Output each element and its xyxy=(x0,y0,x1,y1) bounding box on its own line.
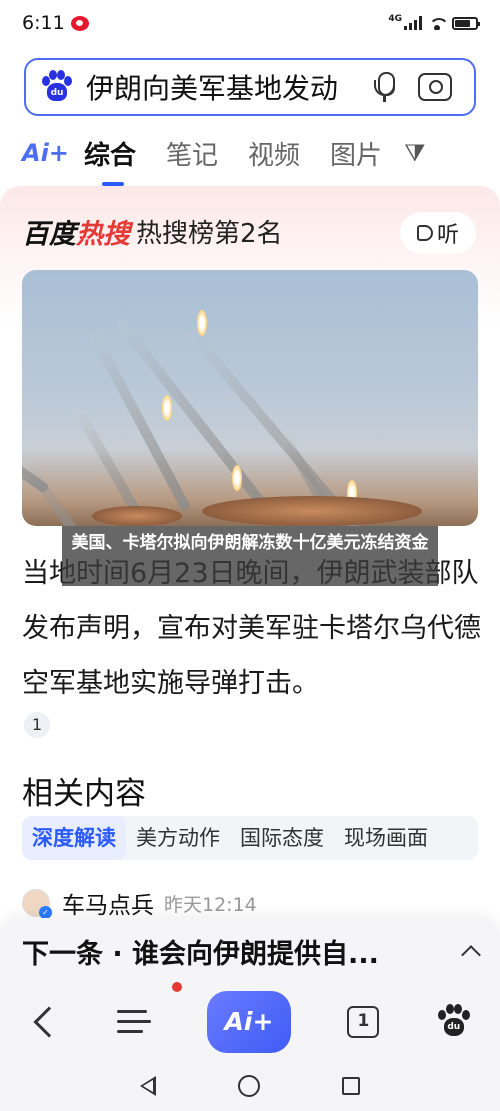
listen-label: 听 xyxy=(436,223,459,248)
battery-icon xyxy=(452,16,480,30)
search-input[interactable]: 伊朗向美军基地发动 xyxy=(86,67,356,107)
notification-dot xyxy=(172,982,182,992)
system-home-icon[interactable] xyxy=(238,1074,260,1097)
related-author[interactable]: ✓ 车马点兵 昨天12:14 xyxy=(22,886,257,920)
next-article-bar[interactable]: 下一条 · 谁会向伊朗提供自... xyxy=(0,918,500,984)
chip-us-actions[interactable]: 美方动作 xyxy=(126,816,230,860)
hot-search-header: 百度热搜 热搜榜第2名 xyxy=(22,212,283,251)
system-back-icon[interactable] xyxy=(140,1075,156,1096)
signal-icon xyxy=(404,16,422,30)
next-article-text: 下一条 · 谁会向伊朗提供自... xyxy=(22,938,379,970)
related-title: 相关内容 xyxy=(22,776,146,812)
ai-assistant-button[interactable]: Ai+ xyxy=(206,991,291,1053)
news-image[interactable] xyxy=(22,270,478,526)
tabs-count-icon[interactable]: 1 xyxy=(347,1006,380,1038)
author-time: 昨天12:14 xyxy=(164,893,257,916)
wifi-icon xyxy=(428,16,446,30)
chevron-up-icon[interactable] xyxy=(461,945,481,965)
status-bar: 6:11 4G xyxy=(0,0,500,46)
hot-rank-label: 热搜榜第2名 xyxy=(136,219,283,249)
camera-icon[interactable] xyxy=(418,73,452,101)
related-chips: 深度解读 美方动作 国际态度 现场画面 xyxy=(22,816,478,860)
bottom-nav: Ai+ 1 du xyxy=(0,984,500,1060)
chip-deep-analysis[interactable]: 深度解读 xyxy=(22,816,126,860)
reference-badge[interactable]: 1 xyxy=(24,712,50,738)
back-icon[interactable] xyxy=(33,1006,65,1038)
search-bar[interactable]: du 伊朗向美军基地发动 xyxy=(24,58,476,116)
status-time: 6:11 xyxy=(22,12,65,34)
tab-comprehensive[interactable]: 综合 xyxy=(84,135,136,186)
chip-international[interactable]: 国际态度 xyxy=(230,816,334,860)
speaker-icon xyxy=(416,225,433,241)
menu-icon[interactable] xyxy=(116,1010,151,1034)
result-tabs: Ai+ 综合 笔记 视频 图片 ⧩ xyxy=(22,128,500,186)
tab-videos[interactable]: 视频 xyxy=(248,135,300,172)
author-name: 车马点兵 xyxy=(62,893,154,919)
baidu-hot-logo: 百度热搜 xyxy=(22,219,130,250)
chip-scene-footage[interactable]: 现场画面 xyxy=(334,816,438,860)
status-icons: 4G xyxy=(388,14,480,30)
filter-icon[interactable]: ⧩ xyxy=(404,139,425,167)
avatar: ✓ xyxy=(22,889,52,919)
baidu-home-icon[interactable]: du xyxy=(436,1004,472,1040)
listen-button[interactable]: 听 xyxy=(400,212,476,254)
tab-ai[interactable]: Ai+ xyxy=(22,139,84,167)
baidu-paw-icon: du xyxy=(40,70,74,104)
image-caption: 美国、卡塔尔拟向伊朗解冻数十亿美元冻结资金 xyxy=(62,526,438,586)
weibo-icon xyxy=(70,15,89,31)
system-recents-icon[interactable] xyxy=(342,1076,360,1095)
tab-notes[interactable]: 笔记 xyxy=(166,135,218,172)
tab-images[interactable]: 图片 xyxy=(330,135,382,172)
network-type: 4G xyxy=(388,14,402,24)
microphone-icon[interactable] xyxy=(370,70,400,104)
system-nav xyxy=(0,1060,500,1111)
